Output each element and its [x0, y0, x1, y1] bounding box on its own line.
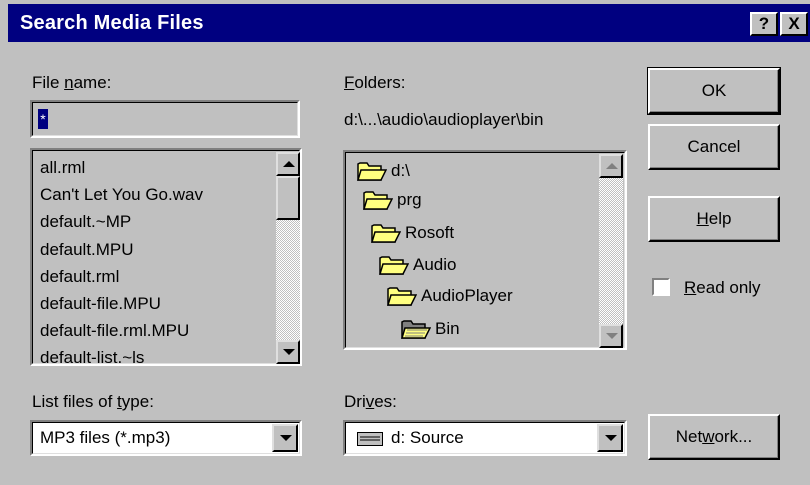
folder-tree-item[interactable]: Rosoft: [371, 222, 454, 252]
file-list-item[interactable]: default-file.MPU: [40, 290, 203, 317]
drives-value: d: Source: [391, 428, 464, 447]
open-folder-icon: [363, 191, 393, 210]
file-type-value: MP3 files (*.mp3): [40, 428, 171, 447]
folder-tree-item[interactable]: d:\: [357, 160, 410, 190]
files-listbox[interactable]: all.rml Can't Let You Go.wav default.~MP de…: [30, 148, 302, 366]
folders-tree[interactable]: d:\ prg Rosoft Audio AudioPlayer Bin: [343, 150, 627, 350]
folders-label: Folders:: [344, 73, 406, 92]
scroll-up-button[interactable]: [276, 152, 300, 176]
drives-dropdown-button[interactable]: [597, 424, 623, 452]
title-bar[interactable]: Search Media Files ? X: [8, 4, 810, 42]
scroll-down-button[interactable]: [276, 340, 300, 364]
ok-button[interactable]: OK: [647, 67, 781, 115]
chevron-down-icon: [605, 435, 617, 441]
open-folder-icon: [379, 256, 409, 275]
folders-scroll-down-button[interactable]: [599, 324, 623, 348]
search-media-files-dialog: Search Media Files ? X File name: * all.…: [0, 0, 810, 485]
folders-scrollbar[interactable]: [599, 154, 623, 348]
chevron-down-icon: [280, 435, 292, 441]
open-folder-icon: [357, 162, 387, 181]
help-question-button[interactable]: ?: [750, 12, 778, 36]
folders-scroll-up-button[interactable]: [599, 154, 623, 178]
current-folder-path: d:\...\audio\audioplayer\bin: [344, 110, 544, 129]
up-arrow-icon: [606, 163, 618, 169]
network-button[interactable]: Network...: [648, 414, 780, 460]
drives-label: Drives:: [344, 392, 397, 411]
files-scrollbar[interactable]: [276, 152, 300, 364]
file-type-dropdown-button[interactable]: [272, 424, 298, 452]
folder-label: Audio: [413, 255, 457, 274]
dialog-title: Search Media Files: [20, 12, 204, 34]
file-list-item[interactable]: default.MPU: [40, 236, 203, 263]
read-only-checkbox[interactable]: [652, 278, 670, 296]
open-folder-icon: [371, 224, 401, 243]
read-only-label[interactable]: Read only: [684, 278, 761, 298]
folder-label: d:\: [391, 161, 410, 180]
up-arrow-icon: [283, 161, 295, 167]
drive-icon: [357, 432, 383, 446]
file-list-item[interactable]: default-list.~ls: [40, 344, 203, 364]
folders-scroll-track: [599, 178, 623, 324]
file-name-input[interactable]: *: [30, 100, 300, 138]
file-list-item[interactable]: Can't Let You Go.wav: [40, 181, 203, 208]
folder-label: Rosoft: [405, 223, 455, 242]
close-button[interactable]: X: [780, 12, 808, 36]
folder-tree-item[interactable]: prg: [363, 189, 422, 219]
file-list-item[interactable]: default-file.rml.MPU: [40, 317, 203, 344]
scroll-thumb[interactable]: [276, 176, 300, 220]
file-list-item[interactable]: default.rml: [40, 263, 203, 290]
drives-select[interactable]: d: Source: [343, 420, 627, 456]
file-name-value: *: [38, 109, 48, 129]
folder-tree-item[interactable]: Audio: [379, 254, 456, 284]
file-name-label: File name:: [32, 73, 112, 92]
file-type-select[interactable]: MP3 files (*.mp3): [30, 420, 302, 456]
folder-tree-item[interactable]: AudioPlayer: [387, 285, 513, 315]
help-button[interactable]: Help: [648, 196, 780, 242]
file-list-item[interactable]: all.rml: [40, 154, 203, 181]
open-folder-selected-icon: [401, 320, 431, 339]
folder-label: AudioPlayer: [421, 286, 513, 305]
open-folder-icon: [387, 287, 417, 306]
down-arrow-icon: [606, 333, 618, 339]
folder-tree-item[interactable]: Bin: [401, 318, 460, 348]
folder-label: Bin: [435, 319, 460, 338]
file-type-label: List files of type:: [32, 392, 154, 411]
file-list-item[interactable]: default.~MP: [40, 208, 203, 235]
down-arrow-icon: [283, 349, 295, 355]
cancel-button[interactable]: Cancel: [648, 124, 780, 170]
folder-label: prg: [397, 190, 422, 209]
